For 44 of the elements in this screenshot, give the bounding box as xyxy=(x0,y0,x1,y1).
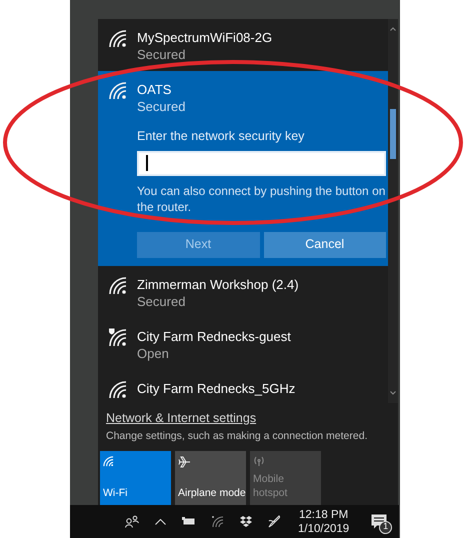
network-status: Secured xyxy=(137,292,186,310)
security-key-field[interactable] xyxy=(137,150,386,176)
network-name: City Farm Rednecks_5GHz xyxy=(137,380,296,397)
quick-action-tile[interactable]: Airplane mode xyxy=(175,450,246,504)
network-item[interactable]: MySpectrumWiFi08-2G Secured xyxy=(98,19,388,71)
airplane-icon xyxy=(178,456,191,468)
network-name: Zimmerman Workshop (2.4) xyxy=(137,276,299,293)
network-name: MySpectrumWiFi08-2G xyxy=(137,29,272,46)
connect-hint: You can also connect by pushing the button on the router. xyxy=(137,182,386,215)
wifi-icon xyxy=(108,276,128,296)
network-name: OATS xyxy=(137,81,172,98)
wifi-icon xyxy=(108,380,128,400)
scroll-down-icon[interactable] xyxy=(390,391,396,395)
people-icon[interactable] xyxy=(125,515,139,528)
scrollbar[interactable] xyxy=(388,19,398,403)
wifi-icon xyxy=(108,29,128,49)
scrollbar-thumb[interactable] xyxy=(390,109,396,159)
network-status: Open xyxy=(137,344,170,362)
dropbox-icon[interactable] xyxy=(240,516,252,527)
network-item[interactable]: Zimmerman Workshop (2.4) Secured xyxy=(98,266,388,318)
network-item[interactable]: City Farm Rednecks_5GHz xyxy=(98,370,388,403)
settings-description: Change settings, such as making a connection metered. xyxy=(106,428,368,444)
wifi-icon xyxy=(108,81,128,101)
network-name: City Farm Rednecks-guest xyxy=(137,328,291,345)
cancel-button[interactable]: Cancel xyxy=(264,232,386,258)
wifi-icon xyxy=(103,456,114,466)
quick-action-tile[interactable]: Wi-Fi xyxy=(100,450,171,504)
open-wifi-icon xyxy=(108,328,128,348)
network-status: Secured xyxy=(137,98,186,115)
wifi-icon[interactable] xyxy=(212,516,224,528)
network-settings-link[interactable]: Network & Internet settings xyxy=(106,409,256,428)
clock-time[interactable]: 12:18 PM xyxy=(298,508,348,522)
hotspot-icon xyxy=(253,456,265,466)
key-prompt: Enter the network security key xyxy=(137,128,306,145)
chevron-up-icon[interactable] xyxy=(155,518,166,524)
tile-label: Wi-Fi xyxy=(103,486,128,500)
tile-label: Airplane mode xyxy=(178,486,243,500)
notification-count: 1 xyxy=(379,520,392,534)
tile-label: Mobile hotspot xyxy=(253,472,288,500)
network-item[interactable]: City Farm Rednecks-guest Open xyxy=(98,318,388,370)
clock-date[interactable]: 1/10/2019 xyxy=(298,522,350,536)
network-status: Secured xyxy=(137,46,186,63)
pen-icon[interactable] xyxy=(268,515,280,528)
scroll-up-icon[interactable] xyxy=(390,27,396,31)
